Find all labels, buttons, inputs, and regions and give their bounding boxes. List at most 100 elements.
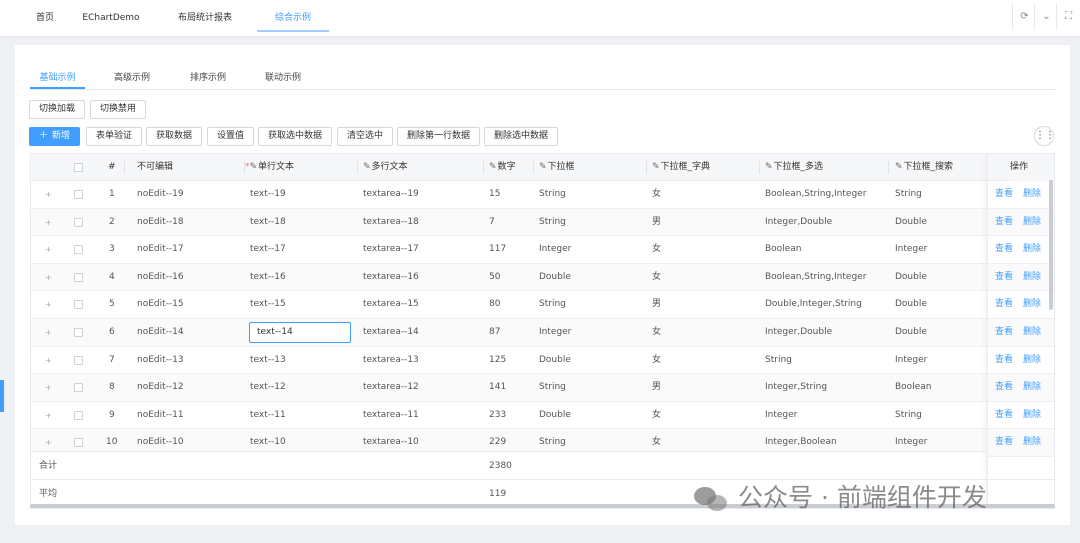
expand-row-icon[interactable]: + (45, 264, 52, 291)
tab-basic[interactable]: 基础示例 (30, 70, 85, 88)
table-row[interactable]: +5 noEdit--15 text--15 textarea--15 80 String… (31, 291, 1054, 319)
cell-multiselect[interactable]: Integer (765, 402, 797, 429)
cell-multi-text[interactable]: textarea--16 (363, 264, 419, 291)
header-noedit[interactable]: 不可编辑 (137, 154, 173, 181)
row-checkbox[interactable] (74, 438, 83, 448)
cell-search[interactable]: Double (895, 209, 927, 236)
expand-row-icon[interactable]: + (45, 347, 52, 374)
view-link[interactable]: 查看 (995, 319, 1013, 346)
view-link[interactable]: 查看 (995, 429, 1013, 456)
cell-multi-text[interactable]: textarea--17 (363, 236, 419, 263)
row-checkbox[interactable] (74, 245, 83, 255)
row-checkbox[interactable] (74, 383, 83, 393)
expand-row-icon[interactable]: + (45, 209, 52, 236)
top-tab-layout-report[interactable]: 布局统计报表 (170, 0, 240, 37)
cell-select[interactable]: Double (539, 347, 571, 374)
delete-link[interactable]: 删除 (1023, 264, 1041, 291)
delete-first-row-button[interactable]: 删除第一行数据 (397, 127, 481, 146)
delete-link[interactable]: 删除 (1023, 236, 1041, 263)
cell-search[interactable]: Double (895, 264, 927, 291)
cell-search[interactable]: Integer (895, 347, 927, 374)
row-checkbox[interactable] (74, 217, 83, 227)
cell-multi-text[interactable]: textarea--13 (363, 347, 419, 374)
row-checkbox[interactable] (74, 190, 83, 199)
expand-row-icon[interactable]: + (45, 291, 52, 318)
header-single-text[interactable]: *✎单行文本 (245, 154, 294, 181)
cell-single-text[interactable]: text--17 (250, 236, 286, 263)
cell-number[interactable]: 80 (489, 291, 500, 318)
cell-multi-text[interactable]: textarea--14 (363, 319, 419, 346)
cell-select[interactable]: Double (539, 402, 571, 429)
delete-link[interactable]: 删除 (1023, 319, 1041, 346)
delete-link[interactable]: 删除 (1023, 291, 1041, 318)
delete-link[interactable]: 删除 (1023, 402, 1041, 429)
delete-link[interactable]: 删除 (1023, 374, 1041, 401)
cell-number[interactable]: 87 (489, 319, 500, 346)
expand-row-icon[interactable]: + (45, 429, 52, 451)
expand-row-icon[interactable]: + (45, 374, 52, 401)
header-select[interactable]: ✎下拉框 (539, 154, 575, 181)
view-link[interactable]: 查看 (995, 209, 1013, 236)
cell-number[interactable]: 7 (489, 209, 495, 236)
validate-form-button[interactable]: 表单验证 (86, 127, 143, 146)
table-row[interactable]: +2 noEdit--18 text--18 textarea--18 7 String 男… (31, 208, 1054, 237)
cell-single-text-input[interactable]: text--14 (249, 322, 351, 343)
cell-select[interactable]: Integer (539, 236, 571, 263)
cell-single-text[interactable]: text--13 (250, 347, 286, 374)
cell-single-text[interactable]: text--18 (250, 209, 286, 236)
cell-select[interactable]: String (539, 181, 566, 208)
delete-link[interactable]: 删除 (1023, 209, 1041, 236)
cell-dict[interactable]: 女 (652, 181, 661, 208)
cell-multiselect[interactable]: Double,Integer,String (765, 291, 862, 318)
tab-advanced[interactable]: 高级示例 (107, 70, 157, 88)
cell-number[interactable]: 117 (489, 236, 506, 263)
view-link[interactable]: 查看 (995, 264, 1013, 291)
cell-number[interactable]: 141 (489, 374, 506, 401)
cell-single-text[interactable]: text--10 (250, 429, 286, 451)
cell-multiselect[interactable]: Integer,String (765, 374, 827, 401)
clear-selection-button[interactable]: 清空选中 (337, 127, 394, 146)
cell-number[interactable]: 15 (489, 181, 500, 208)
select-all-checkbox[interactable] (74, 163, 83, 172)
cell-search[interactable]: String (895, 402, 922, 429)
cell-single-text[interactable]: text--16 (250, 264, 286, 291)
row-checkbox[interactable] (74, 355, 83, 365)
table-row[interactable]: +7 noEdit--13 text--13 textarea--13 125 Doubl… (31, 347, 1054, 375)
table-row[interactable]: +3 noEdit--17 text--17 textarea--17 117 Integ… (31, 236, 1054, 264)
row-checkbox[interactable] (74, 272, 83, 282)
cell-number[interactable]: 233 (489, 402, 506, 429)
expand-row-icon[interactable]: + (45, 236, 52, 263)
cell-single-text[interactable]: text--11 (250, 402, 286, 429)
view-link[interactable]: 查看 (995, 347, 1013, 374)
row-checkbox[interactable] (74, 300, 83, 310)
toggle-disabled-button[interactable]: 切换禁用 (90, 100, 147, 119)
cell-dict[interactable]: 女 (652, 402, 661, 429)
cell-dict[interactable]: 男 (652, 291, 661, 318)
header-multiselect[interactable]: ✎下拉框_多选 (765, 154, 823, 181)
view-link[interactable]: 查看 (995, 181, 1013, 208)
table-row[interactable]: +1 noEdit--19 text--19 textarea--19 15 String… (31, 181, 1054, 209)
cell-dict[interactable]: 男 (652, 209, 661, 236)
cell-select[interactable]: String (539, 429, 566, 451)
cell-dict[interactable]: 女 (652, 429, 661, 451)
tab-linkage[interactable]: 联动示例 (258, 70, 308, 88)
view-link[interactable]: 查看 (995, 374, 1013, 401)
refresh-icon[interactable]: ⟳ (1012, 4, 1036, 30)
cell-multiselect[interactable]: Boolean,String,Integer (765, 264, 866, 291)
table-row[interactable]: +10 noEdit--10 text--10 textarea--10 229 Stri… (31, 429, 1054, 451)
delete-link[interactable]: 删除 (1023, 347, 1041, 374)
grid-settings-icon[interactable]: ⋮⋮ (1034, 126, 1055, 146)
cell-search[interactable]: Integer (895, 429, 927, 451)
delete-link[interactable]: 删除 (1023, 181, 1041, 208)
header-search[interactable]: ✎下拉框_搜索 (895, 154, 953, 181)
cell-search[interactable]: Double (895, 319, 927, 346)
expand-row-icon[interactable]: + (45, 319, 52, 346)
set-value-button[interactable]: 设置值 (207, 127, 255, 146)
cell-multiselect[interactable]: Integer,Double (765, 319, 832, 346)
view-link[interactable]: 查看 (995, 236, 1013, 263)
cell-multi-text[interactable]: textarea--11 (363, 402, 419, 429)
cell-number[interactable]: 125 (489, 347, 506, 374)
top-tab-home[interactable]: 首页 (30, 0, 60, 37)
cell-multiselect[interactable]: String (765, 347, 792, 374)
cell-search[interactable]: Integer (895, 236, 927, 263)
